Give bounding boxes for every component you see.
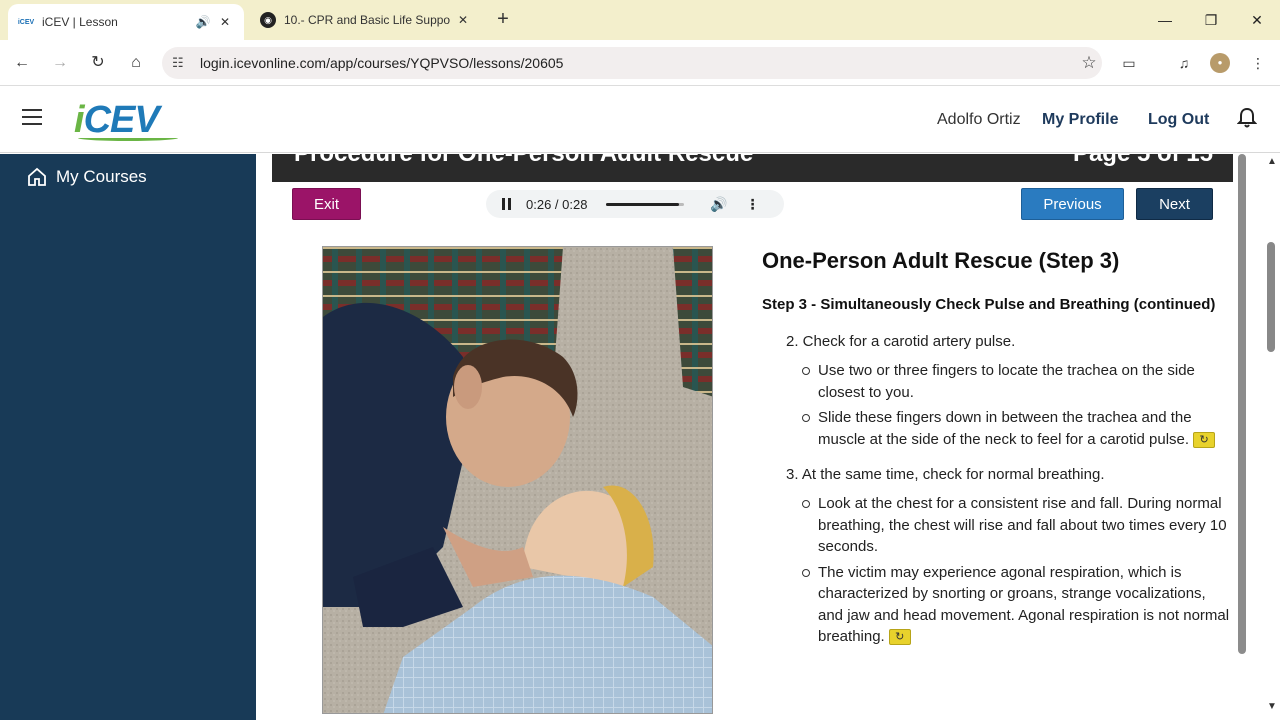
tab-title: iCEV | Lesson <box>42 15 118 29</box>
scroll-up-icon[interactable]: ▲ <box>1267 156 1277 167</box>
volume-icon[interactable]: 🔊 <box>710 196 727 213</box>
page-scrollbar-thumb[interactable] <box>1267 242 1275 352</box>
more-options-icon[interactable]: ⋮ <box>745 196 759 213</box>
lesson-content: One-Person Adult Rescue (Step 3) Step 3 … <box>762 248 1232 652</box>
pause-icon[interactable] <box>502 198 516 210</box>
cpr-photo <box>322 246 713 714</box>
notification-bell-icon[interactable] <box>1236 107 1258 131</box>
tab-icev-lesson[interactable]: iCEV iCEV | Lesson 🔊 ✕ <box>8 4 244 40</box>
lesson-title-bar: Procedure for One-Person Adult Rescue Pa… <box>272 154 1233 182</box>
url-field[interactable]: ☷ login.icevonline.com/app/courses/YQPVS… <box>162 47 1102 79</box>
cast-icon[interactable]: ▭ <box>1117 51 1141 75</box>
step-bullets: Look at the chest for a consistent rise … <box>802 493 1232 648</box>
browser-menu-icon[interactable]: ⋮ <box>1246 51 1270 75</box>
maximize-button[interactable]: ❐ <box>1196 8 1226 32</box>
sidebar-item-label: My Courses <box>56 167 147 186</box>
log-out-link[interactable]: Log Out <box>1148 111 1209 129</box>
lesson-title: Procedure for One-Person Adult Rescue <box>294 154 753 168</box>
audio-progress-slider[interactable] <box>606 202 684 206</box>
speaker-icon[interactable]: 🔊 <box>194 15 212 29</box>
reload-icon[interactable]: ↻ <box>86 51 110 75</box>
tab-close-icon[interactable]: ✕ <box>216 15 234 29</box>
site-settings-icon[interactable]: ☷ <box>172 55 190 71</box>
hamburger-menu-icon[interactable] <box>22 109 42 125</box>
tab-favicon-icon: ◉ <box>260 12 276 28</box>
forward-arrow-icon[interactable]: → <box>48 51 72 75</box>
replay-icon[interactable]: ↻ <box>888 629 911 646</box>
icev-favicon-icon: iCEV <box>17 18 35 26</box>
next-button[interactable]: Next <box>1136 188 1213 220</box>
sidebar-item-my-courses[interactable]: My Courses <box>26 166 147 188</box>
step-item: 2. Check for a carotid artery pulse. <box>786 333 1016 350</box>
scroll-down-icon[interactable]: ▼ <box>1267 701 1277 712</box>
my-profile-link[interactable]: My Profile <box>1042 111 1118 129</box>
address-bar-row: ← → ↻ ⌂ ☷ login.icevonline.com/app/cours… <box>0 40 1280 86</box>
tab-title: 10.- CPR and Basic Life Support <box>284 13 450 27</box>
browser-tab-bar: iCEV iCEV | Lesson 🔊 ✕ ◉ 10.- CPR and Ba… <box>0 0 1280 40</box>
lesson-heading: One-Person Adult Rescue (Step 3) <box>762 248 1120 273</box>
tab-cpr-basic-life-support[interactable]: ◉ 10.- CPR and Basic Life Support ✕ <box>250 0 482 40</box>
step-bullets: Use two or three fingers to locate the t… <box>802 360 1232 450</box>
replay-icon[interactable]: ↻ <box>1193 431 1216 448</box>
audio-player: 0:26 / 0:28 🔊 ⋮ <box>486 190 784 218</box>
lesson-subheading: Step 3 - Simultaneously Check Pulse and … <box>762 296 1216 313</box>
profile-avatar-icon[interactable]: ● <box>1210 53 1230 73</box>
new-tab-button[interactable]: + <box>492 8 514 30</box>
audio-progress-fill <box>606 202 679 206</box>
step-item: 3. At the same time, check for normal br… <box>786 466 1105 483</box>
lesson-main: Procedure for One-Person Adult Rescue Pa… <box>256 154 1280 720</box>
logo-swoosh <box>78 135 178 141</box>
tab-close-icon[interactable]: ✕ <box>454 13 472 27</box>
bullet-item: Look at the chest for a consistent rise … <box>802 493 1232 558</box>
window-close-button[interactable]: ✕ <box>1242 8 1272 32</box>
user-name: Adolfo Ortiz <box>937 111 1021 128</box>
home-icon[interactable]: ⌂ <box>124 51 148 75</box>
exit-button[interactable]: Exit <box>292 188 361 220</box>
url-text: login.icevonline.com/app/courses/YQPVSO/… <box>200 55 564 71</box>
lesson-scrollbar[interactable] <box>1238 154 1246 654</box>
bullet-item: Slide these fingers down in between the … <box>802 407 1232 450</box>
minimize-button[interactable]: — <box>1150 8 1180 32</box>
bullet-item: The victim may experience agonal respira… <box>802 562 1232 648</box>
media-controls-icon[interactable]: ♫ <box>1172 51 1196 75</box>
page-indicator: Page 5 of 15 <box>1073 154 1213 168</box>
audio-time: 0:26 / 0:28 <box>526 196 588 212</box>
home-icon <box>28 167 46 186</box>
sidebar: My Courses <box>0 154 256 720</box>
app-header: iCEV Adolfo Ortiz My Profile Log Out <box>0 87 1280 153</box>
bookmark-star-icon[interactable]: ☆ <box>1076 53 1102 73</box>
back-arrow-icon[interactable]: ← <box>10 51 34 75</box>
bullet-item: Use two or three fingers to locate the t… <box>802 360 1232 403</box>
previous-button[interactable]: Previous <box>1021 188 1124 220</box>
